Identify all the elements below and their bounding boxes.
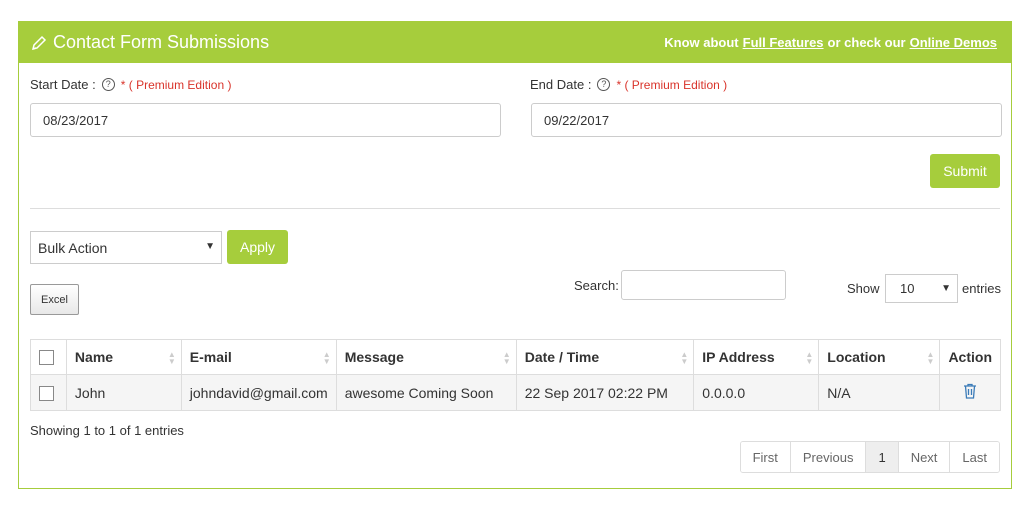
trash-icon[interactable] <box>963 383 977 399</box>
dropdown-arrow-icon: ▼ <box>941 283 951 294</box>
dropdown-arrow-icon: ▼ <box>205 241 215 252</box>
pencil-icon <box>31 35 47 50</box>
cell-ip: 0.0.0.0 <box>693 374 820 411</box>
entries-value: 10 <box>900 281 915 296</box>
cell-datetime: 22 Sep 2017 02:22 PM <box>515 374 695 411</box>
table-header-row: Name ▲ ▼ E-mail ▲ ▼ Message ▲ ▼ Date / Time… <box>30 339 1001 375</box>
sort-icon: ▲ ▼ <box>167 350 176 366</box>
column-label: Location <box>827 349 886 365</box>
start-date-label: Start Date : ? * ( Premium Edition ) <box>30 77 231 92</box>
search-input[interactable] <box>621 270 786 300</box>
end-date-label-text: End Date : <box>530 77 592 92</box>
select-all-checkbox[interactable] <box>39 350 54 366</box>
page-first-button[interactable]: First <box>740 442 790 472</box>
end-date-label: End Date : ? * ( Premium Edition ) <box>530 77 727 92</box>
cell-name: John <box>65 374 182 411</box>
sort-icon: ▲ ▼ <box>680 350 689 366</box>
contact-form-panel: Contact Form Submissions Know about Full… <box>18 21 1012 489</box>
premium-note: * ( Premium Edition ) <box>120 77 232 92</box>
help-icon[interactable]: ? <box>597 78 611 91</box>
cell-action <box>939 374 1001 411</box>
column-header-email[interactable]: E-mail ▲ ▼ <box>180 339 337 375</box>
cell-location: N/A <box>818 374 941 411</box>
or-check-text: or check our <box>827 35 906 50</box>
panel-title: Contact Form Submissions <box>31 22 269 63</box>
excel-export-button[interactable]: Excel <box>30 284 79 315</box>
select-all-cell <box>30 339 67 375</box>
show-label: Show <box>847 281 880 296</box>
row-checkbox[interactable] <box>39 385 54 401</box>
column-header-location[interactable]: Location ▲ ▼ <box>818 339 941 375</box>
column-header-ip[interactable]: IP Address ▲ ▼ <box>693 339 820 375</box>
know-about-text: Know about <box>664 35 739 50</box>
cell-email: johndavid@gmail.com <box>180 374 337 411</box>
page-last-button[interactable]: Last <box>949 442 999 472</box>
bulk-action-select[interactable]: Bulk Action ▼ <box>30 231 222 264</box>
entries-select[interactable]: 10 ▼ <box>885 274 958 303</box>
column-label: Name <box>74 349 114 365</box>
start-date-label-text: Start Date : <box>30 77 96 92</box>
table-info: Showing 1 to 1 of 1 entries <box>30 423 184 438</box>
column-header-action: Action <box>939 339 1001 375</box>
page-current-button[interactable]: 1 <box>865 442 898 472</box>
apply-button[interactable]: Apply <box>227 230 288 264</box>
end-date-input[interactable] <box>531 103 1002 137</box>
table-row: John johndavid@gmail.com awesome Coming … <box>30 374 1001 411</box>
column-header-name[interactable]: Name ▲ ▼ <box>65 339 182 375</box>
column-header-message[interactable]: Message ▲ ▼ <box>335 339 517 375</box>
page-next-button[interactable]: Next <box>897 442 950 472</box>
submissions-table: Name ▲ ▼ E-mail ▲ ▼ Message ▲ ▼ Date / Time… <box>30 339 1001 411</box>
entries-label: entries <box>962 281 1002 296</box>
column-label: IP Address <box>702 349 775 365</box>
sort-icon: ▲ ▼ <box>322 350 331 366</box>
sort-icon: ▲ ▼ <box>926 350 935 366</box>
premium-note: * ( Premium Edition ) <box>616 77 728 92</box>
sort-icon: ▲ ▼ <box>502 350 511 366</box>
column-label: Date / Time <box>524 349 600 365</box>
divider <box>30 208 1000 209</box>
search-label: Search: <box>574 278 619 293</box>
sort-icon: ▲ ▼ <box>805 350 814 366</box>
column-label: Action <box>948 349 992 365</box>
header-links: Know about Full Features or check our On… <box>664 22 1001 63</box>
page-previous-button[interactable]: Previous <box>789 442 866 472</box>
pagination: First Previous 1 Next Last <box>739 441 1000 473</box>
bulk-action-value: Bulk Action <box>38 239 108 256</box>
start-date-input[interactable] <box>30 103 501 137</box>
column-header-datetime[interactable]: Date / Time ▲ ▼ <box>515 339 695 375</box>
row-select-cell <box>30 374 67 411</box>
help-icon[interactable]: ? <box>101 78 115 91</box>
column-label: E-mail <box>189 349 232 365</box>
panel-title-text: Contact Form Submissions <box>53 32 270 52</box>
cell-message: awesome Coming Soon <box>335 374 517 411</box>
submit-button[interactable]: Submit <box>930 154 1000 188</box>
online-demos-link[interactable]: Online Demos <box>910 35 997 50</box>
panel-header: Contact Form Submissions Know about Full… <box>19 22 1011 63</box>
full-features-link[interactable]: Full Features <box>743 35 824 50</box>
column-label: Message <box>344 349 404 365</box>
